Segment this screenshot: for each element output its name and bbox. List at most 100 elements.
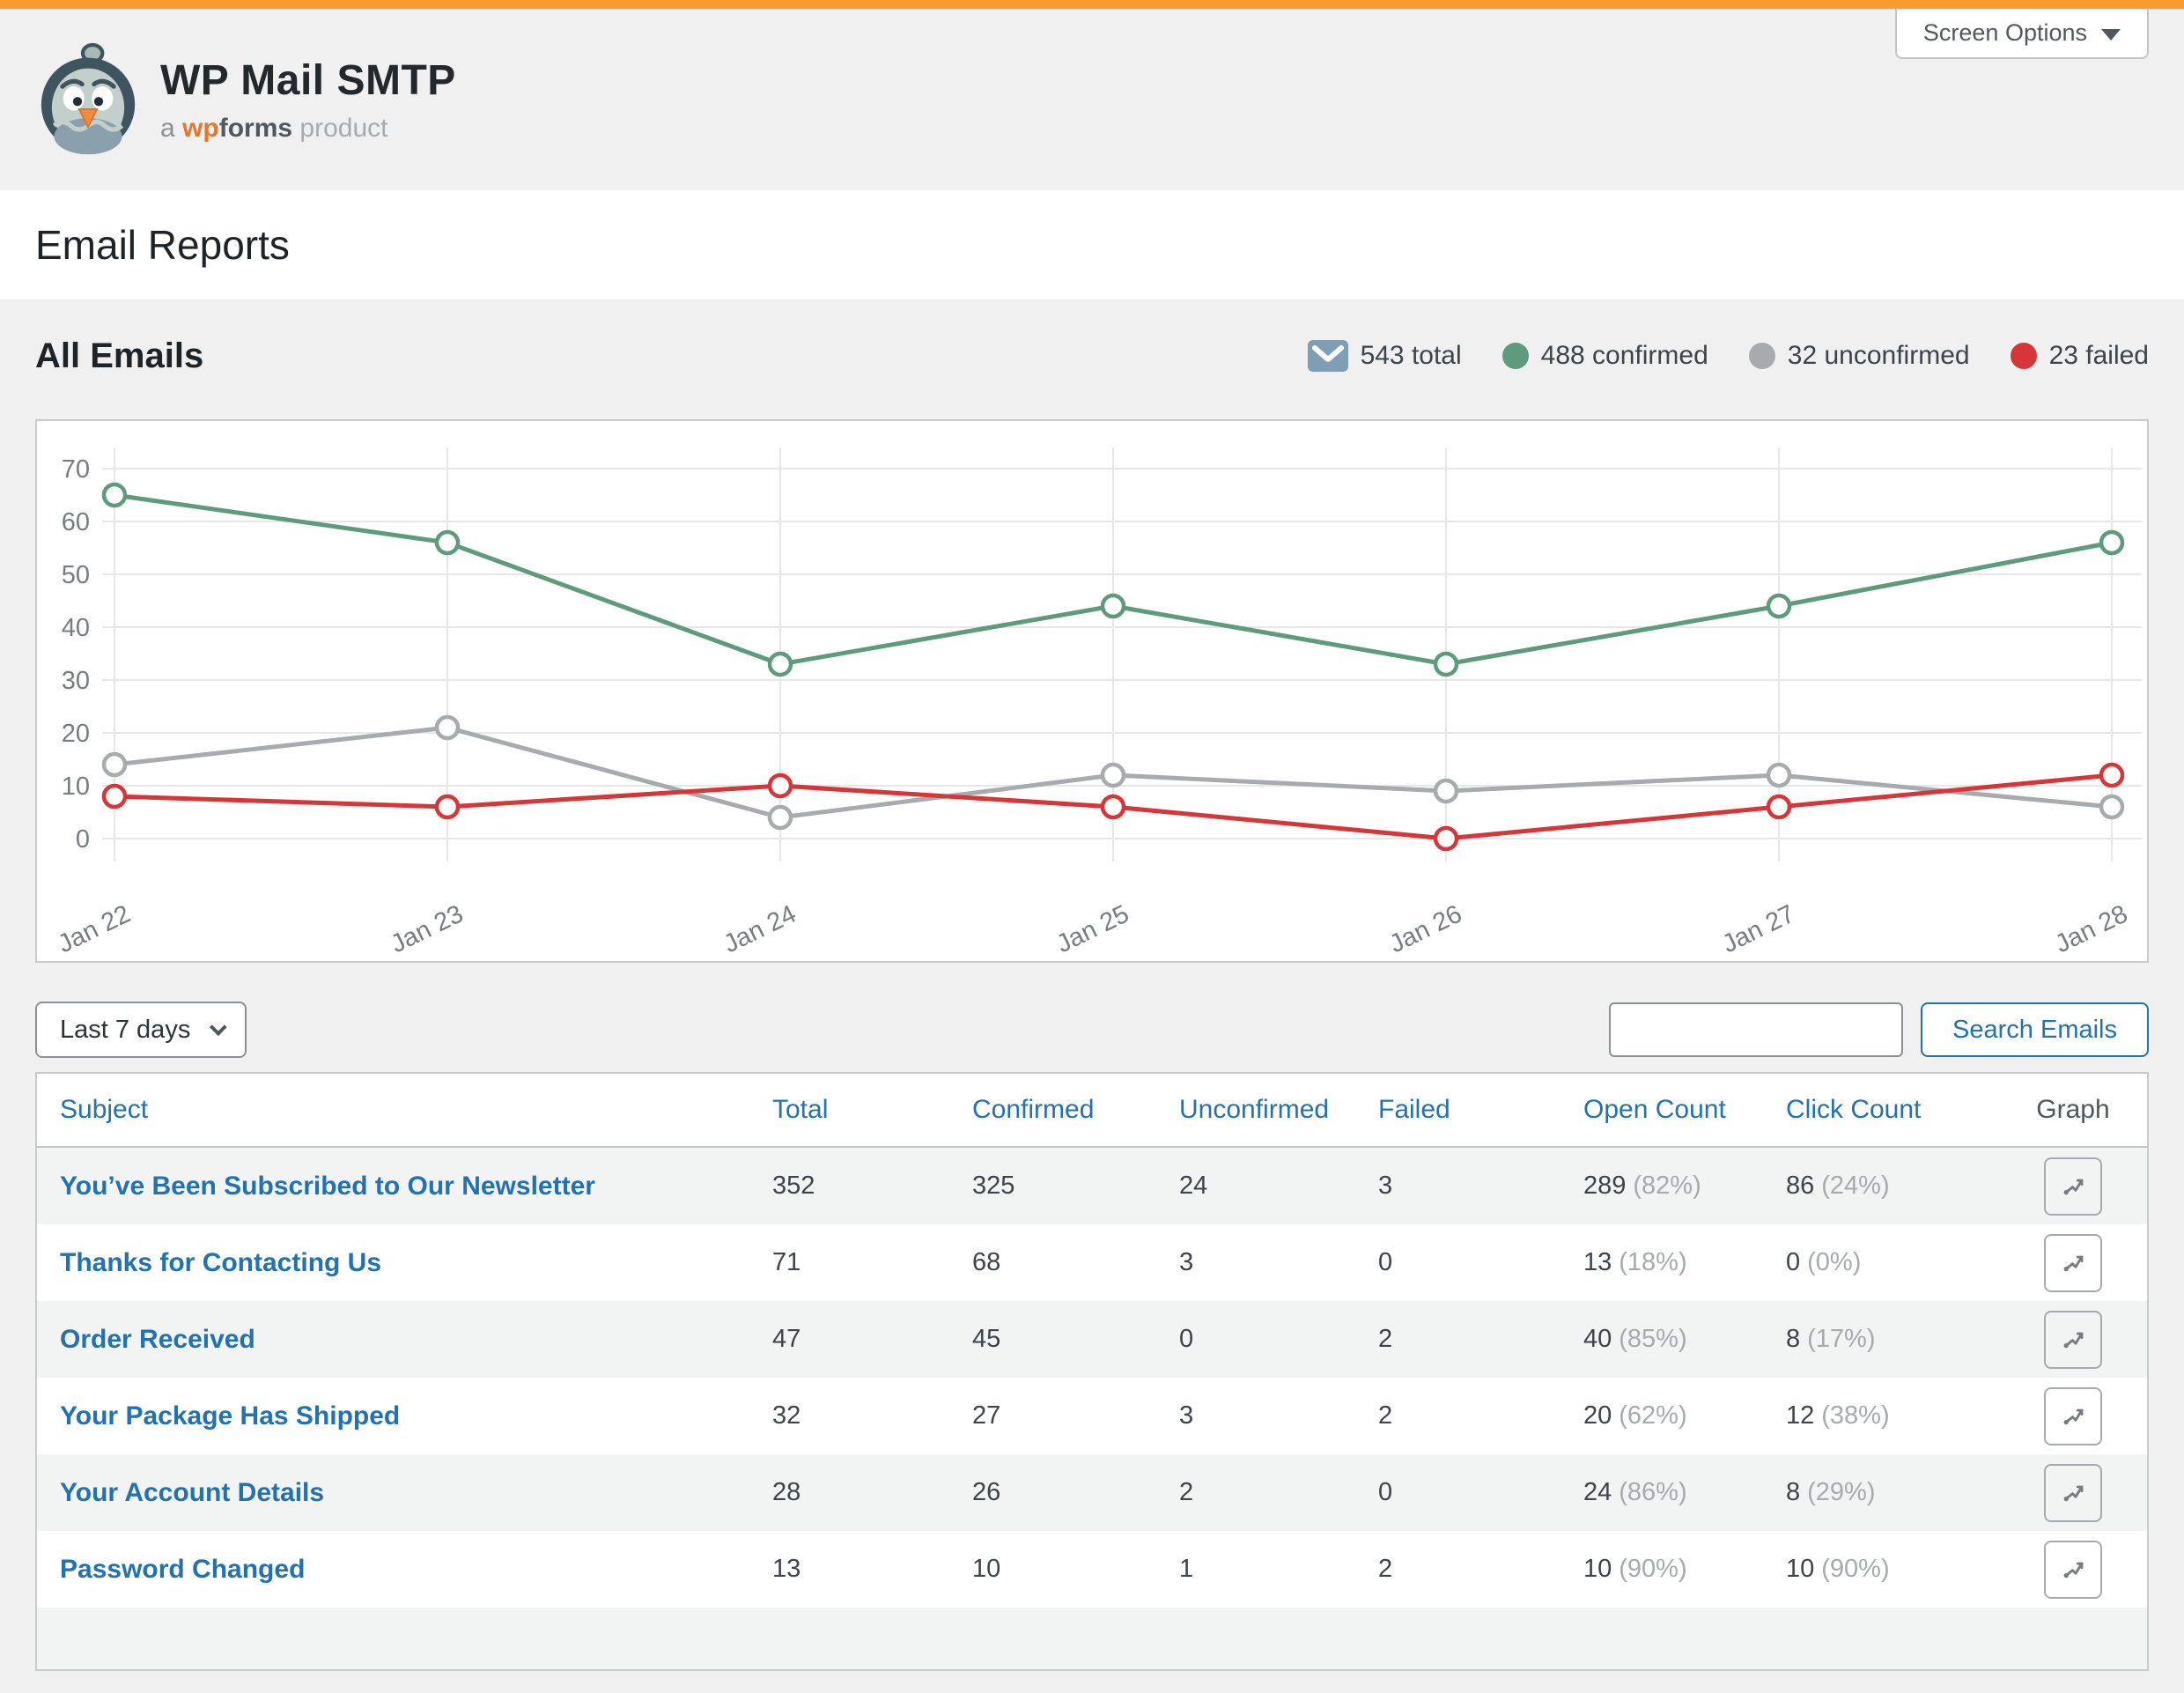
legend-text: 23 failed — [2049, 341, 2149, 371]
table-row-partial — [37, 1608, 2147, 1669]
click-count-value: 8(29%) — [1786, 1478, 2022, 1507]
svg-text:60: 60 — [62, 508, 90, 536]
legend-dot-icon — [2011, 343, 2037, 369]
legend-text: 32 unconfirmed — [1788, 341, 1970, 371]
open-count-value: 13(18%) — [1583, 1248, 1786, 1277]
table-header-row: SubjectTotalConfirmedUnconfirmedFailedOp… — [37, 1074, 2147, 1148]
line-chart-icon — [2057, 1247, 2089, 1279]
row-graph-button[interactable] — [2044, 1387, 2102, 1445]
table-row: Your Package Has Shipped32273220(62%)12(… — [37, 1378, 2147, 1454]
failed-value: 2 — [1378, 1401, 1583, 1431]
tagline-suffix: product — [299, 114, 387, 143]
svg-text:10: 10 — [62, 773, 90, 801]
wpforms-brand-wp: wp — [182, 114, 219, 143]
svg-text:50: 50 — [62, 561, 90, 589]
column-header-subject[interactable]: Subject — [60, 1095, 772, 1125]
table-row: Your Account Details28262024(86%)8(29%) — [37, 1454, 2147, 1531]
column-header-total[interactable]: Total — [772, 1095, 972, 1125]
total-value: 32 — [772, 1401, 972, 1431]
failed-value: 2 — [1378, 1325, 1583, 1354]
row-graph-button[interactable] — [2044, 1234, 2102, 1292]
table-row: You’ve Been Subscribed to Our Newsletter… — [37, 1148, 2147, 1224]
click-count-percentage: (38%) — [1821, 1401, 1889, 1430]
email-subject-link[interactable]: Order Received — [60, 1325, 772, 1355]
masthead: WP Mail SMTP a wpforms product — [0, 9, 2184, 190]
wpforms-brand-forms: forms — [219, 114, 292, 143]
row-graph-button[interactable] — [2044, 1464, 2102, 1522]
svg-text:20: 20 — [62, 720, 90, 748]
table-row: Thanks for Contacting Us71683013(18%)0(0… — [37, 1224, 2147, 1301]
svg-text:70: 70 — [62, 455, 90, 484]
open-count-value: 24(86%) — [1583, 1478, 1786, 1507]
column-header-click-count[interactable]: Click Count — [1786, 1095, 2022, 1125]
svg-text:0: 0 — [76, 825, 90, 854]
line-chart-icon — [2057, 1401, 2089, 1432]
all-emails-legend: 543 total 488 confirmed 32 unconfirmed 23 f… — [1308, 340, 2149, 372]
open-count-percentage: (18%) — [1619, 1248, 1686, 1276]
open-count-percentage: (82%) — [1633, 1172, 1701, 1200]
click-count-value: 12(38%) — [1786, 1401, 2022, 1431]
screen-options-button[interactable]: Screen Options — [1895, 9, 2149, 59]
search-input[interactable] — [1609, 1002, 1903, 1057]
email-reports-content: All Emails 543 total 488 confirmed 32 unco… — [0, 331, 2184, 1671]
email-subject-link[interactable]: You’ve Been Subscribed to Our Newsletter — [60, 1172, 772, 1201]
total-value: 13 — [772, 1555, 972, 1584]
column-header-open-count[interactable]: Open Count — [1583, 1095, 1786, 1125]
confirmed-value: 26 — [972, 1478, 1179, 1507]
column-header-failed[interactable]: Failed — [1378, 1095, 1583, 1125]
open-count-percentage: (62%) — [1619, 1401, 1686, 1430]
search-emails-button[interactable]: Search Emails — [1921, 1002, 2149, 1057]
table-row: Order Received47450240(85%)8(17%) — [37, 1301, 2147, 1378]
emails-line-chart: 010203040506070Jan 22Jan 23Jan 24Jan 25J… — [37, 421, 2147, 961]
row-graph-button[interactable] — [2044, 1311, 2102, 1369]
confirmed-value: 27 — [972, 1401, 1179, 1431]
wp-mail-smtp-logo — [35, 41, 141, 159]
app-tagline: a wpforms product — [160, 114, 456, 144]
row-graph-button[interactable] — [2044, 1157, 2102, 1216]
column-header-graph: Graph — [2022, 1095, 2124, 1125]
admin-top-bar — [0, 0, 2184, 9]
svg-text:Jan 23: Jan 23 — [387, 900, 468, 959]
table-row: Password Changed13101210(90%)10(90%) — [37, 1531, 2147, 1608]
failed-value: 3 — [1378, 1172, 1583, 1201]
line-chart-icon — [2057, 1477, 2089, 1509]
unconfirmed-value: 3 — [1179, 1401, 1378, 1431]
email-subject-link[interactable]: Thanks for Contacting Us — [60, 1248, 772, 1278]
email-subject-link[interactable]: Password Changed — [60, 1555, 772, 1585]
click-count-value: 10(90%) — [1786, 1555, 2022, 1584]
column-header-confirmed[interactable]: Confirmed — [972, 1095, 1179, 1125]
click-count-value: 0(0%) — [1786, 1248, 2022, 1277]
email-subject-link[interactable]: Your Package Has Shipped — [60, 1401, 772, 1431]
total-value: 28 — [772, 1478, 972, 1507]
unconfirmed-value: 24 — [1179, 1172, 1378, 1201]
table-body: You’ve Been Subscribed to Our Newsletter… — [37, 1148, 2147, 1608]
confirmed-value: 68 — [972, 1248, 1179, 1277]
chevron-down-icon — [210, 1018, 227, 1036]
all-emails-heading: All Emails — [35, 336, 203, 376]
date-range-select[interactable]: Last 7 days — [35, 1002, 247, 1058]
column-header-unconfirmed[interactable]: Unconfirmed — [1179, 1095, 1378, 1125]
unconfirmed-value: 3 — [1179, 1248, 1378, 1277]
open-count-percentage: (86%) — [1619, 1478, 1686, 1506]
emails-chart-card: 010203040506070Jan 22Jan 23Jan 24Jan 25J… — [35, 419, 2149, 963]
svg-text:Jan 27: Jan 27 — [1718, 900, 1799, 959]
row-graph-button[interactable] — [2044, 1541, 2102, 1599]
failed-value: 0 — [1378, 1478, 1583, 1507]
legend-item-unconfirmed: 32 unconfirmed — [1749, 341, 1970, 371]
screen-options-label: Screen Options — [1923, 19, 2087, 47]
click-count-percentage: (29%) — [1807, 1478, 1875, 1506]
email-subject-link[interactable]: Your Account Details — [60, 1478, 772, 1508]
legend-text: 543 total — [1361, 341, 1462, 371]
bird-logo-icon — [35, 41, 141, 155]
legend-item-failed: 23 failed — [2011, 341, 2149, 371]
open-count-percentage: (90%) — [1619, 1555, 1686, 1583]
open-count-value: 289(82%) — [1583, 1172, 1786, 1201]
legend-text: 488 confirmed — [1541, 341, 1708, 371]
failed-value: 2 — [1378, 1555, 1583, 1584]
app-title: WP Mail SMTP — [160, 56, 456, 105]
unconfirmed-value: 0 — [1179, 1325, 1378, 1354]
total-value: 47 — [772, 1325, 972, 1354]
legend-item-total: 543 total — [1308, 340, 1462, 372]
svg-text:Jan 25: Jan 25 — [1052, 900, 1133, 959]
page-title: Email Reports — [35, 221, 290, 269]
